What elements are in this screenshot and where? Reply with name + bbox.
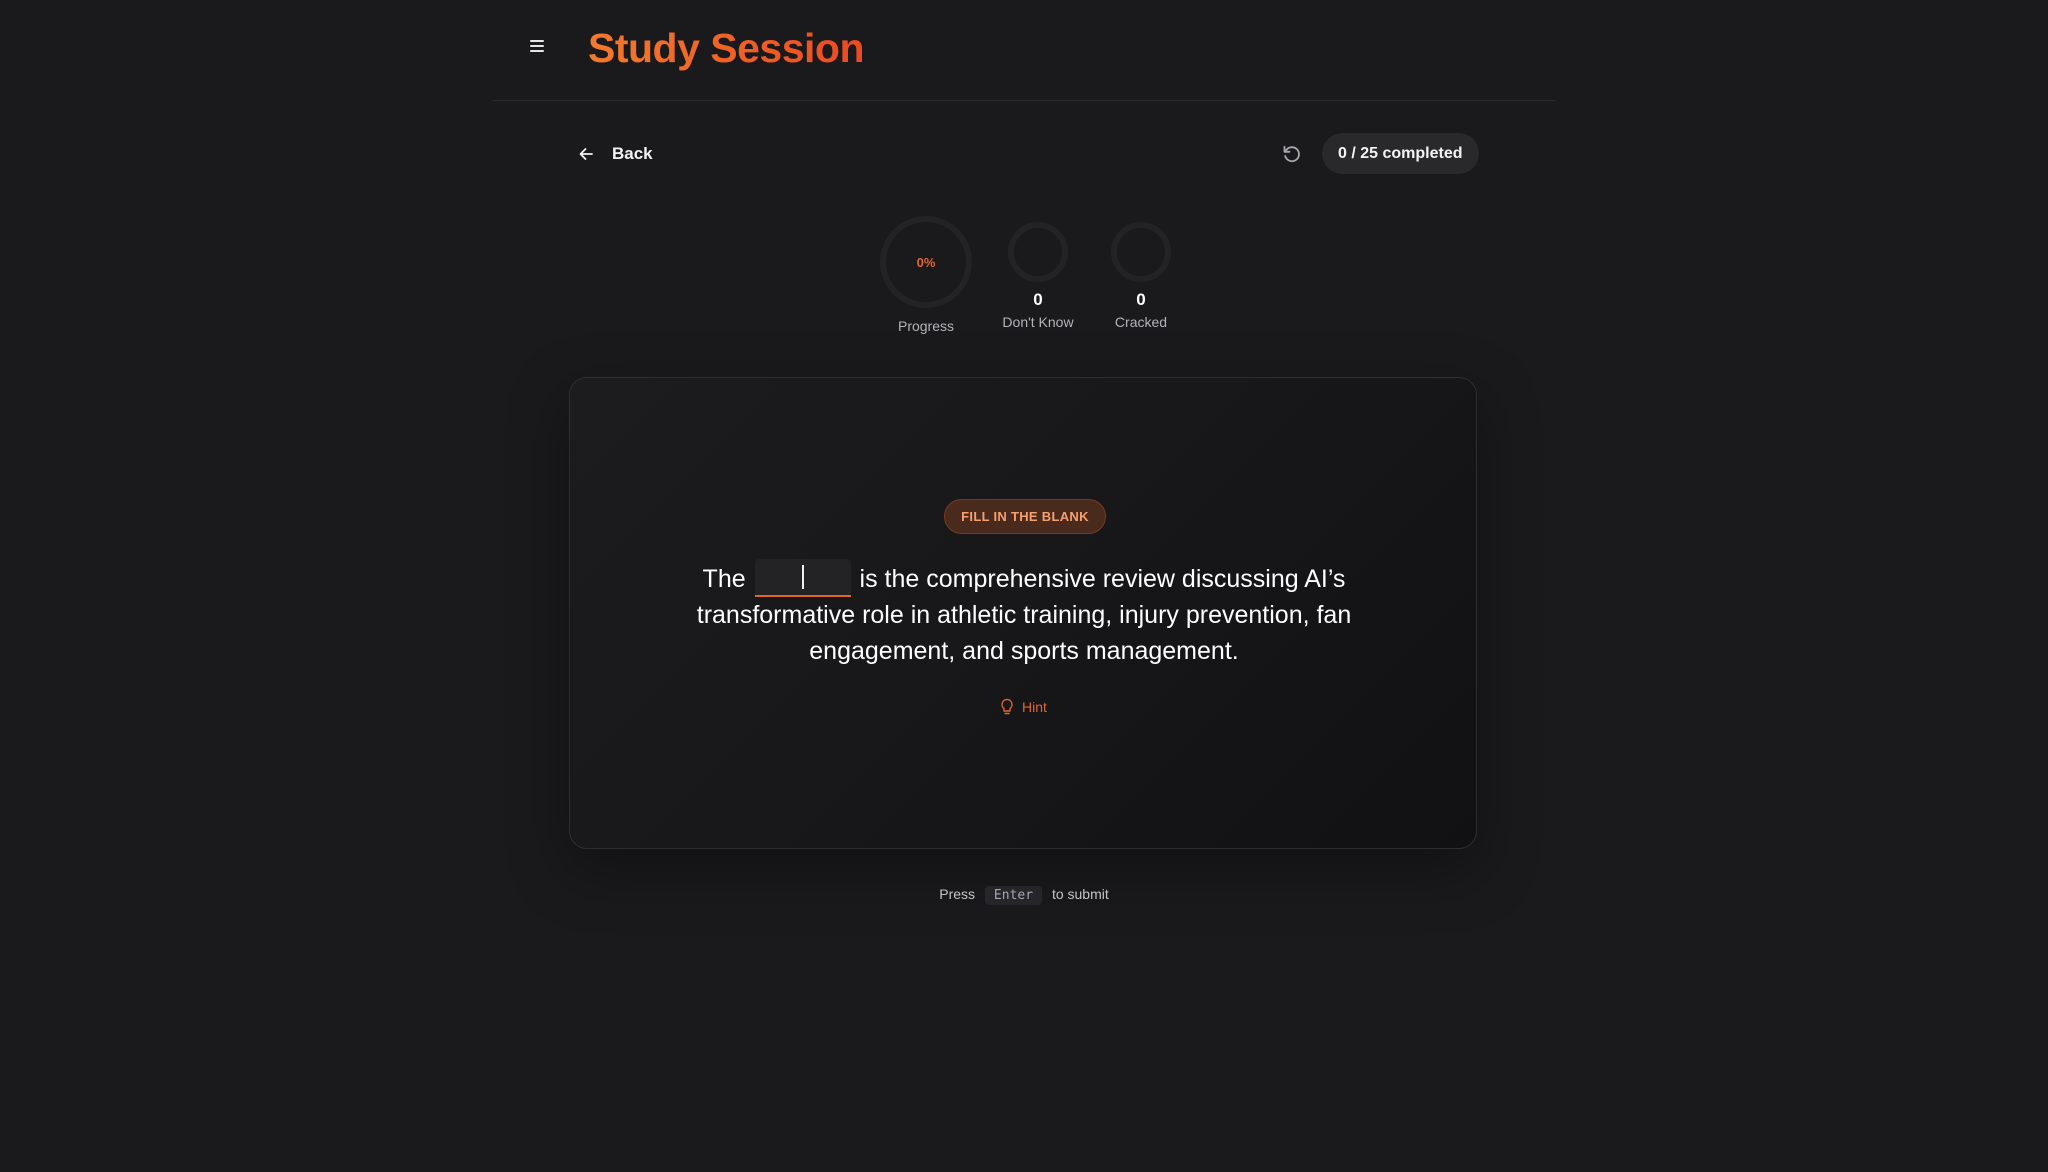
dont-know-count: 0	[1033, 290, 1043, 309]
cracked-label: Cracked	[1114, 314, 1168, 330]
cracked-ring	[1111, 222, 1171, 282]
dont-know-label: Don't Know	[1002, 314, 1074, 330]
cracked-stat: 0 Cracked	[1101, 222, 1181, 330]
cracked-count: 0	[1136, 290, 1146, 309]
hint-label: Hint	[1022, 699, 1047, 715]
study-session-app: Study Session Back 0 / 25 completed 0% P…	[0, 0, 2048, 1172]
header: Study Session	[492, 0, 1556, 101]
hint-button[interactable]: Hint	[1000, 698, 1047, 716]
dont-know-ring	[1008, 222, 1068, 282]
enter-key: Enter	[984, 886, 1043, 905]
completed-count-badge: 0 / 25 completed	[1322, 133, 1479, 174]
progress-ring: 0%	[880, 216, 972, 308]
back-button[interactable]: Back	[578, 136, 653, 172]
back-label: Back	[612, 144, 653, 163]
progress-percent: 0%	[916, 254, 936, 270]
answer-input[interactable]	[754, 559, 851, 598]
press-text: Press	[939, 886, 976, 902]
submit-instruction: Press Enter to submit	[0, 886, 2048, 905]
reset-icon[interactable]	[1280, 142, 1304, 166]
flashcard: FILL IN THE BLANK The is the comprehensi…	[569, 377, 1477, 849]
dont-know-stat: 0 Don't Know	[990, 222, 1086, 330]
arrow-left-icon	[579, 148, 593, 160]
question-text: The is the comprehensive review discussi…	[670, 559, 1378, 669]
hamburger-menu-icon[interactable]	[528, 36, 548, 56]
text-caret	[801, 565, 804, 590]
progress-label: Progress	[897, 318, 955, 334]
question-type-badge: FILL IN THE BLANK	[944, 499, 1106, 534]
question-before: The	[702, 565, 746, 593]
submit-text: to submit	[1051, 886, 1109, 902]
page-title: Study Session	[588, 22, 865, 74]
progress-stat: 0% Progress	[880, 216, 972, 334]
lightbulb-icon	[1001, 698, 1013, 715]
